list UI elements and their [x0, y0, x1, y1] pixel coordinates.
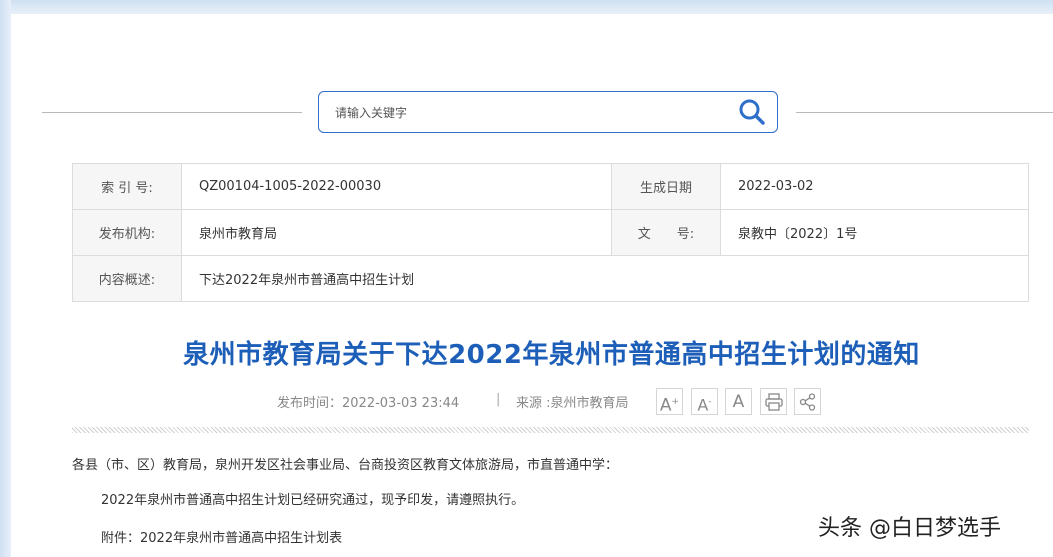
- org-value: 泉州市教育局: [181, 209, 612, 256]
- document-meta-table: 索 引 号: QZ00104-1005-2022-00030 生成日期 2022…: [72, 163, 1029, 302]
- print-button[interactable]: [760, 388, 787, 415]
- font-decrease-label: A: [697, 395, 709, 415]
- minus-icon: -: [708, 397, 712, 407]
- share-icon: [799, 393, 815, 411]
- summary-value: 下达2022年泉州市普通高中招生计划: [181, 255, 1029, 302]
- search-right-line: [796, 112, 1053, 113]
- font-reset-label: A: [732, 392, 745, 412]
- plus-icon: +: [671, 397, 680, 407]
- top-background-band: [0, 0, 1053, 14]
- index-label: 索 引 号:: [72, 163, 182, 210]
- search-box: [318, 91, 778, 133]
- table-row: 发布机构: 泉州市教育局 文 号: 泉教中〔2022〕1号: [72, 209, 1029, 256]
- font-reset-button[interactable]: A: [725, 388, 752, 415]
- date-label: 生成日期: [611, 163, 721, 210]
- article-source: 来源 :泉州市教育局: [516, 396, 629, 411]
- summary-label: 内容概述:: [72, 255, 182, 302]
- org-label: 发布机构:: [72, 209, 182, 256]
- table-row: 内容概述: 下达2022年泉州市普通高中招生计划: [72, 255, 1029, 302]
- search-input[interactable]: [333, 102, 717, 124]
- search-icon[interactable]: [737, 97, 767, 127]
- font-increase-label: A: [659, 395, 672, 416]
- hatched-divider: [72, 427, 1029, 433]
- docno-value: 泉教中〔2022〕1号: [720, 209, 1029, 256]
- publish-time: 发布时间：2022-03-03 23:44: [277, 396, 460, 411]
- share-button[interactable]: [794, 388, 821, 415]
- attachment-line: 附件：2022年泉州市普通高中招生计划表: [101, 531, 343, 546]
- font-increase-button[interactable]: A+: [656, 388, 683, 415]
- print-icon: [764, 393, 783, 411]
- body-paragraph: 2022年泉州市普通高中招生计划已经研究通过，现予印发，请遵照执行。: [101, 493, 525, 508]
- index-value: QZ00104-1005-2022-00030: [181, 163, 612, 210]
- article-title: 泉州市教育局关于下达2022年泉州市普通高中招生计划的通知: [183, 340, 920, 370]
- left-background-band: [0, 0, 11, 557]
- watermark: 头条 @白日梦选手: [818, 516, 1001, 541]
- docno-label: 文 号:: [611, 209, 721, 256]
- font-decrease-button[interactable]: A-: [691, 388, 718, 415]
- info-separator: |: [496, 392, 501, 407]
- search-left-line: [42, 112, 302, 113]
- salutation: 各县（市、区）教育局，泉州开发区社会事业局、台商投资区教育文体旅游局，市直普通中…: [72, 458, 619, 473]
- date-value: 2022-03-02: [720, 163, 1029, 210]
- table-row: 索 引 号: QZ00104-1005-2022-00030 生成日期 2022…: [72, 163, 1029, 210]
